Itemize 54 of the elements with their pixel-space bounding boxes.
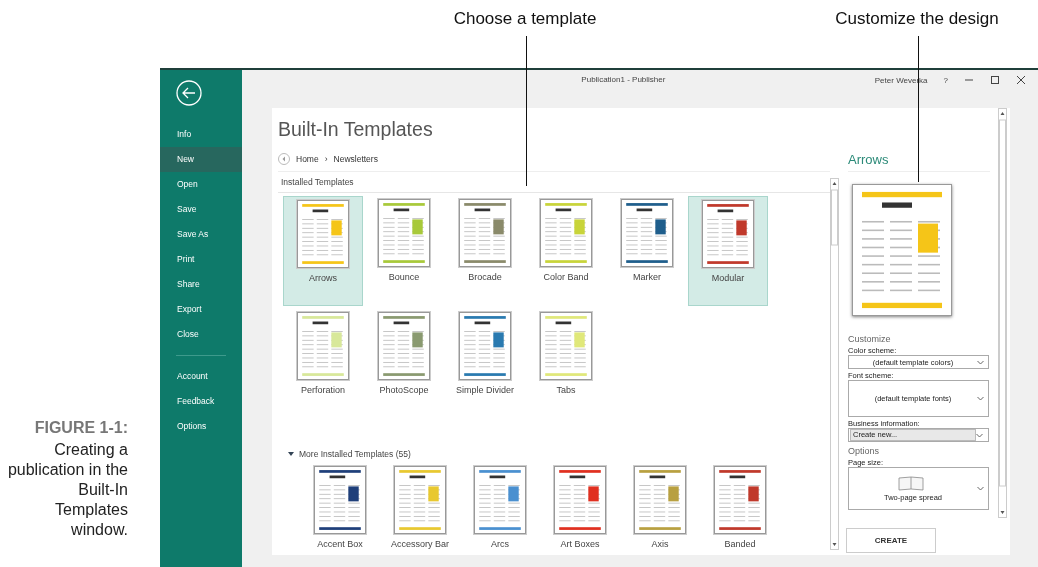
callout-label: Choose a template — [453, 9, 597, 29]
scrollbar[interactable] — [998, 108, 1007, 518]
sidebar-item[interactable]: Share — [160, 272, 242, 297]
chevron-icon — [976, 432, 983, 438]
template-tile[interactable]: Art Boxes — [540, 463, 620, 549]
sidebar-item[interactable]: Account — [160, 364, 242, 389]
section-heading: Customize — [848, 334, 892, 344]
template-name: Arrows — [848, 152, 990, 172]
template-tile[interactable]: Simple Divider — [445, 309, 525, 419]
sidebar-item[interactable]: Feedback — [160, 389, 242, 414]
template-tile[interactable]: Brocade — [445, 196, 525, 306]
expand-triangle-icon[interactable] — [288, 451, 294, 457]
sidebar-item[interactable]: Close — [160, 322, 242, 347]
sidebar-item[interactable]: Open — [160, 172, 242, 197]
template-tile[interactable]: PhotoScope — [364, 309, 444, 419]
breadcrumb-link[interactable]: Newsletters — [333, 154, 378, 164]
section-heading: Options — [848, 446, 881, 456]
window-title: Publication1 - Publisher — [580, 75, 667, 84]
template-tile[interactable]: Marker — [607, 196, 687, 306]
section-heading: Installed Templates — [278, 172, 830, 193]
template-tile[interactable]: Bounce — [364, 196, 444, 306]
figure-label: FIGURE 1-1: — [33, 419, 128, 437]
scrollbar[interactable] — [830, 178, 839, 550]
help-button[interactable]: ? — [943, 75, 948, 85]
template-tile[interactable]: Banded — [700, 463, 780, 549]
sidebar-item[interactable]: Info — [160, 122, 242, 147]
chevron-icon — [977, 396, 984, 401]
open-book-icon — [898, 475, 924, 491]
chevron-icon — [977, 359, 984, 365]
template-tile[interactable]: Accessory Bar — [380, 463, 460, 549]
section-heading[interactable]: More Installed Templates (55) — [299, 449, 411, 459]
sidebar-item[interactable]: Print — [160, 247, 242, 272]
maximize-icon[interactable] — [990, 75, 1000, 85]
sidebar-item[interactable]: Save — [160, 197, 242, 222]
sidebar-item[interactable]: Save As — [160, 222, 242, 247]
chevron-icon — [977, 486, 984, 491]
template-tile[interactable]: Color Band — [526, 196, 606, 306]
figure-caption: Creating a publication in the Built-In Templates window. — [6, 440, 128, 540]
template-tile[interactable]: Arrows — [283, 196, 363, 306]
create-button[interactable]: CREATE — [846, 528, 936, 553]
breadcrumb-separator: › — [324, 154, 328, 164]
template-tile[interactable]: Accent Box — [300, 463, 380, 549]
sidebar-item[interactable]: Options — [160, 414, 242, 439]
breadcrumb-link[interactable]: Home — [296, 154, 319, 164]
callout-label: Customize the design — [835, 9, 999, 29]
template-tile[interactable]: Perforation — [283, 309, 363, 419]
template-tile[interactable]: Axis — [620, 463, 700, 549]
template-tile[interactable]: Modular — [688, 196, 768, 306]
sidebar-item[interactable]: New — [160, 147, 242, 172]
template-tile[interactable]: Arcs — [460, 463, 540, 549]
sidebar-item[interactable]: Export — [160, 297, 242, 322]
template-tile[interactable]: Tabs — [526, 309, 606, 419]
page-title: Built-In Templates — [278, 118, 434, 141]
close-icon[interactable] — [1016, 75, 1026, 85]
